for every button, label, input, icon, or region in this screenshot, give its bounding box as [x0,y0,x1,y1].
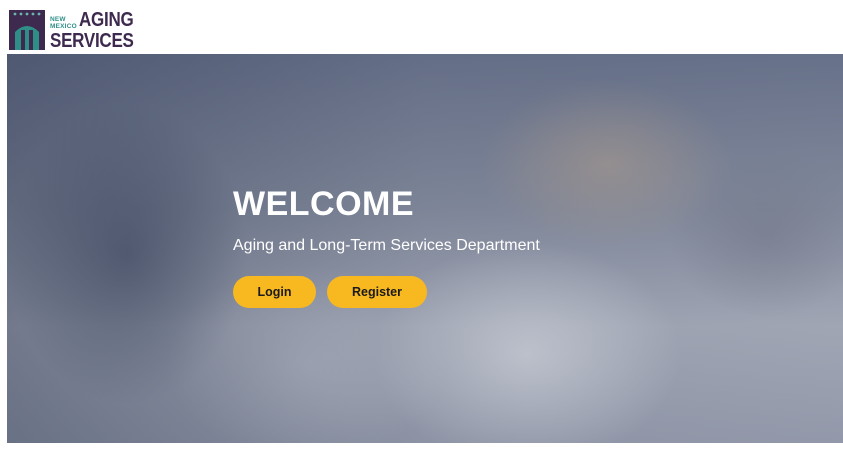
logo-small-line1: NEW [50,15,66,23]
hero-subtitle: Aging and Long-Term Services Department [233,237,540,254]
logo-small-line2: MEXICO [50,22,77,30]
hero-title: WELCOME [233,185,415,223]
logo-word-aging: AGING [78,8,134,31]
logo-wordmark: NEW MEXICO AGING SERVICES [50,10,148,51]
logo-state-label: NEW MEXICO [50,16,77,30]
building-arch-icon [7,8,47,52]
page: NEW MEXICO AGING SERVICES WELCOME Aging … [0,0,843,470]
site-logo[interactable]: NEW MEXICO AGING SERVICES [7,7,137,53]
register-button[interactable]: Register [327,276,427,308]
hero-banner: WELCOME Aging and Long-Term Services Dep… [7,54,843,443]
site-header: NEW MEXICO AGING SERVICES [7,5,843,54]
hero-button-group: Login Register [233,276,540,308]
hero-content: WELCOME Aging and Long-Term Services Dep… [233,184,540,308]
logo-word-services: SERVICES [50,29,134,52]
login-button[interactable]: Login [233,276,316,308]
